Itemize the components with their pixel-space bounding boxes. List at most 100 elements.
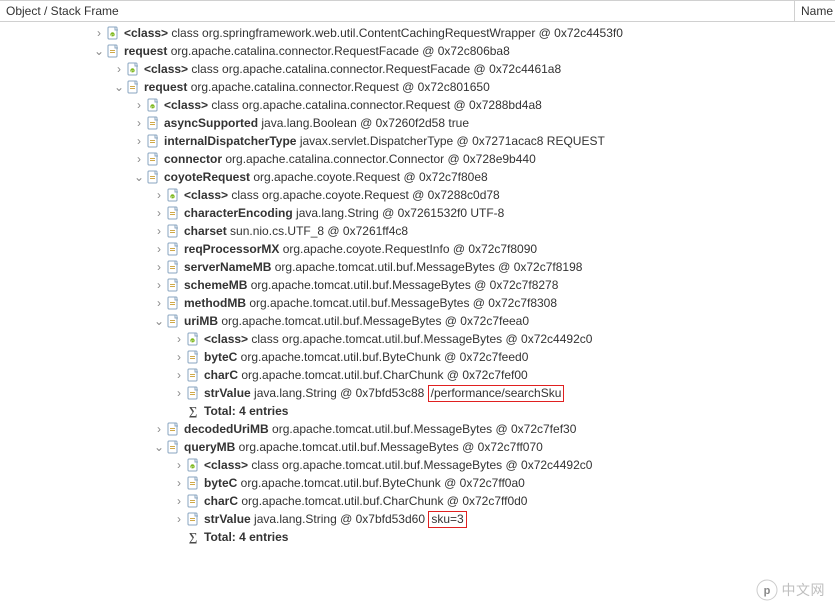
field-icon (186, 494, 200, 508)
field-icon (186, 368, 200, 382)
expand-toggle-icon[interactable]: ⌄ (152, 314, 166, 328)
field-icon (186, 476, 200, 490)
tree-row[interactable]: ›byteC org.apache.tomcat.util.buf.ByteCh… (0, 348, 835, 366)
field-icon (166, 296, 180, 310)
svg-text:C: C (191, 464, 194, 469)
tree-row[interactable]: ›C<class> class org.apache.tomcat.util.b… (0, 330, 835, 348)
svg-text:C: C (171, 194, 174, 199)
row-label: methodMB org.apache.tomcat.util.buf.Mess… (184, 296, 557, 310)
field-icon (166, 314, 180, 328)
sigma-icon: ∑ (186, 404, 200, 418)
expand-toggle-icon[interactable]: › (152, 278, 166, 292)
expand-toggle-icon[interactable]: › (132, 134, 146, 148)
expand-toggle-icon[interactable]: › (152, 422, 166, 436)
row-label: coyoteRequest org.apache.coyote.Request … (164, 170, 488, 184)
expand-toggle-icon[interactable]: › (172, 350, 186, 364)
class-icon: C (166, 188, 180, 202)
expand-toggle-icon[interactable]: › (172, 386, 186, 400)
tree-row[interactable]: › asyncSupported java.lang.Boolean @ 0x72… (0, 114, 835, 132)
tree-row[interactable]: › charset sun.nio.cs.UTF_8 @ 0x7261ff4c8 (0, 222, 835, 240)
sigma-icon: ∑ (186, 530, 200, 544)
row-label: Total: 4 entries (204, 530, 288, 544)
class-icon: C (186, 332, 200, 346)
row-label: <class> class org.springframework.web.ut… (124, 26, 623, 40)
row-label: asyncSupported java.lang.Boolean @ 0x726… (164, 116, 469, 130)
column-headers: Object / Stack Frame Name (0, 0, 835, 22)
expand-toggle-icon[interactable]: › (172, 458, 186, 472)
expand-toggle-icon[interactable]: ⌄ (112, 80, 126, 94)
field-icon (146, 170, 160, 184)
tree-row[interactable]: ∑ Total: 4 entries (0, 402, 835, 420)
tree-row[interactable]: ›C<class> class org.apache.catalina.conn… (0, 96, 835, 114)
expand-toggle-icon[interactable]: ⌄ (132, 170, 146, 184)
tree-row[interactable]: › reqProcessorMX org.apache.coyote.Reques… (0, 240, 835, 258)
field-icon (166, 224, 180, 238)
tree-row[interactable]: ›byteC org.apache.tomcat.util.buf.ByteCh… (0, 474, 835, 492)
expand-toggle-icon[interactable]: › (132, 98, 146, 112)
tree-row[interactable]: ›charC org.apache.tomcat.util.buf.CharCh… (0, 366, 835, 384)
expand-toggle-icon[interactable]: › (132, 152, 146, 166)
header-object-stack[interactable]: Object / Stack Frame (0, 1, 795, 21)
row-label: <class> class org.apache.catalina.connec… (144, 62, 561, 76)
tree-row[interactable]: ›schemeMB org.apache.tomcat.util.buf.Mes… (0, 276, 835, 294)
tree-row[interactable]: ⌄request org.apache.catalina.connector.R… (0, 78, 835, 96)
svg-text:p: p (763, 585, 770, 597)
tree-row[interactable]: › charC org.apache.tomcat.util.buf.CharCh… (0, 492, 835, 510)
field-icon (146, 134, 160, 148)
expand-toggle-icon[interactable]: ⌄ (152, 440, 166, 454)
expand-toggle-icon[interactable]: › (172, 476, 186, 490)
expand-toggle-icon[interactable]: › (172, 494, 186, 508)
php-logo-icon: p (756, 579, 778, 601)
expand-toggle-icon[interactable]: › (172, 512, 186, 526)
expand-toggle-icon[interactable]: › (132, 116, 146, 130)
field-icon (166, 422, 180, 436)
header-name[interactable]: Name (795, 1, 835, 21)
watermark-text: 中文网 (782, 580, 826, 600)
tree-row[interactable]: ›decodedUriMB org.apache.tomcat.util.buf… (0, 420, 835, 438)
row-label: <class> class org.apache.catalina.connec… (164, 98, 542, 112)
row-label: Total: 4 entries (204, 404, 288, 418)
tree-row[interactable]: ›strValue java.lang.String @ 0x7bfd53d60… (0, 510, 835, 528)
field-icon (126, 80, 140, 94)
tree-row[interactable]: ›characterEncoding java.lang.String @ 0x… (0, 204, 835, 222)
tree-row[interactable]: ⌄uriMB org.apache.tomcat.util.buf.Messag… (0, 312, 835, 330)
expand-toggle-icon[interactable]: › (112, 62, 126, 76)
tree-row[interactable]: ⌄ request org.apache.catalina.connector.R… (0, 42, 835, 60)
tree-row[interactable]: ∑ Total: 4 entries (0, 528, 835, 546)
tree-row[interactable]: › internalDispatcherType javax.servlet.Di… (0, 132, 835, 150)
tree-row[interactable]: ›serverNameMB org.apache.tomcat.util.buf… (0, 258, 835, 276)
row-label: charset sun.nio.cs.UTF_8 @ 0x7261ff4c8 (184, 224, 408, 238)
tree-row[interactable]: › methodMB org.apache.tomcat.util.buf.Mes… (0, 294, 835, 312)
tree-row[interactable]: ›strValue java.lang.String @ 0x7bfd53c88… (0, 384, 835, 402)
class-icon: C (186, 458, 200, 472)
expand-toggle-icon[interactable]: › (152, 242, 166, 256)
tree-row[interactable]: ⌄ coyoteRequest org.apache.coyote.Request… (0, 168, 835, 186)
highlighted-value: sku=3 (428, 511, 466, 528)
row-label: request org.apache.catalina.connector.Re… (124, 44, 510, 58)
tree-row[interactable]: › C <class> class org.apache.tomcat.util.b… (0, 456, 835, 474)
expand-toggle-icon[interactable]: › (172, 368, 186, 382)
expand-toggle-icon[interactable]: › (152, 224, 166, 238)
row-label: charC org.apache.tomcat.util.buf.CharChu… (204, 494, 527, 508)
expand-toggle-icon[interactable]: › (92, 26, 106, 40)
expand-toggle-icon[interactable]: › (152, 296, 166, 310)
expand-toggle-icon[interactable]: › (152, 206, 166, 220)
expand-toggle-icon[interactable]: › (152, 260, 166, 274)
expand-toggle-icon[interactable]: › (172, 332, 186, 346)
svg-text:C: C (131, 68, 134, 73)
tree-row[interactable]: › C <class> class org.springframework.web.… (0, 24, 835, 42)
row-label: <class> class org.apache.tomcat.util.buf… (204, 458, 592, 472)
tree-row[interactable]: › C <class> class org.apache.coyote.Reques… (0, 186, 835, 204)
tree-row[interactable]: › C <class> class org.apache.catalina.conn… (0, 60, 835, 78)
field-icon (146, 152, 160, 166)
tree-row[interactable]: ⌄queryMB org.apache.tomcat.util.buf.Mess… (0, 438, 835, 456)
tree-row[interactable]: ›connector org.apache.catalina.connector… (0, 150, 835, 168)
svg-text:C: C (111, 32, 114, 37)
svg-text:C: C (191, 338, 194, 343)
expand-toggle-icon[interactable]: › (152, 188, 166, 202)
row-label: reqProcessorMX org.apache.coyote.Request… (184, 242, 537, 256)
expand-toggle-icon[interactable]: ⌄ (92, 44, 106, 58)
row-label: internalDispatcherType javax.servlet.Dis… (164, 134, 605, 148)
row-label: <class> class org.apache.coyote.Request … (184, 188, 500, 202)
field-icon (186, 350, 200, 364)
